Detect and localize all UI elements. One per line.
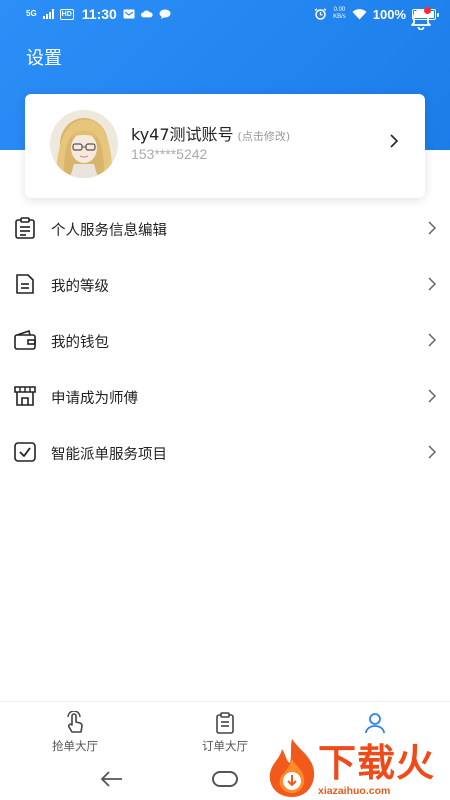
flame-icon bbox=[269, 739, 315, 797]
menu-item-smart-dispatch[interactable]: 智能派单服务项目 bbox=[0, 424, 450, 480]
status-bar: 5G HD 11:30 0.00 KB/s 100% bbox=[0, 0, 450, 28]
chevron-right-icon[interactable] bbox=[387, 134, 401, 148]
profile-card[interactable]: ky47测试账号 (点击修改) 153****5242 bbox=[25, 94, 425, 198]
avatar bbox=[50, 110, 118, 178]
hand-tap-icon bbox=[67, 711, 83, 733]
clipboard-icon bbox=[15, 217, 35, 239]
menu-item-label: 个人服务信息编辑 bbox=[51, 223, 167, 239]
chevron-right-icon bbox=[428, 277, 437, 291]
menu-item-label: 智能派单服务项目 bbox=[51, 447, 167, 463]
network-speed: 0.00 KB/s bbox=[333, 7, 346, 20]
wifi-icon bbox=[352, 9, 367, 20]
menu-item-apply-master[interactable]: 申请成为师傅 bbox=[0, 368, 450, 424]
chevron-right-icon bbox=[428, 333, 437, 347]
battery-percent: 100% bbox=[372, 6, 406, 22]
menu-item-label: 我的钱包 bbox=[51, 335, 109, 351]
notification-dot bbox=[424, 7, 431, 14]
home-button[interactable] bbox=[212, 771, 238, 787]
menu-item-service-info[interactable]: 个人服务信息编辑 bbox=[0, 200, 450, 256]
title-bar: 设置 bbox=[0, 38, 450, 74]
edit-hint[interactable]: (点击修改) bbox=[238, 130, 291, 143]
avatar-image bbox=[50, 110, 118, 178]
menu-item-label: 申请成为师傅 bbox=[51, 391, 138, 407]
chevron-right-icon bbox=[428, 389, 437, 403]
settings-menu: 个人服务信息编辑 我的等级 我的钱包 申请成为师傅 智能派单服务项目 bbox=[0, 200, 450, 480]
chevron-right-icon bbox=[428, 221, 437, 235]
storefront-icon bbox=[14, 386, 36, 406]
cloud-icon bbox=[140, 10, 153, 18]
menu-item-wallet[interactable]: 我的钱包 bbox=[0, 312, 450, 368]
menu-item-my-level[interactable]: 我的等级 bbox=[0, 256, 450, 312]
network-type: 5G bbox=[26, 9, 37, 18]
watermark-brand: 下载火 bbox=[318, 741, 436, 785]
mail-icon bbox=[123, 9, 135, 19]
profile-phone: 153****5242 bbox=[131, 146, 208, 162]
back-arrow-icon[interactable] bbox=[100, 769, 124, 789]
wallet-icon bbox=[14, 330, 36, 350]
alarm-icon bbox=[314, 8, 327, 20]
hd-badge: HD bbox=[59, 8, 74, 20]
tab-grab-orders[interactable]: 抢单大厅 bbox=[0, 702, 150, 762]
chevron-right-icon bbox=[428, 445, 437, 459]
menu-item-label: 我的等级 bbox=[51, 279, 109, 295]
document-icon bbox=[16, 274, 34, 294]
page-title: 设置 bbox=[26, 48, 62, 69]
chat-icon bbox=[159, 9, 171, 19]
status-time: 11:30 bbox=[81, 6, 117, 22]
signal-icon bbox=[42, 9, 54, 19]
clipboard-icon bbox=[216, 712, 234, 734]
checkbox-icon bbox=[14, 442, 36, 462]
watermark-logo: 下载火 xiazaihuo.com bbox=[262, 735, 450, 800]
profile-name: ky47测试账号 (点击修改) bbox=[131, 121, 290, 145]
watermark-domain: xiazaihuo.com bbox=[318, 785, 391, 797]
tab-label: 抢单大厅 bbox=[52, 739, 98, 753]
profile-name-text: ky47测试账号 bbox=[131, 125, 234, 144]
person-icon bbox=[365, 713, 385, 734]
